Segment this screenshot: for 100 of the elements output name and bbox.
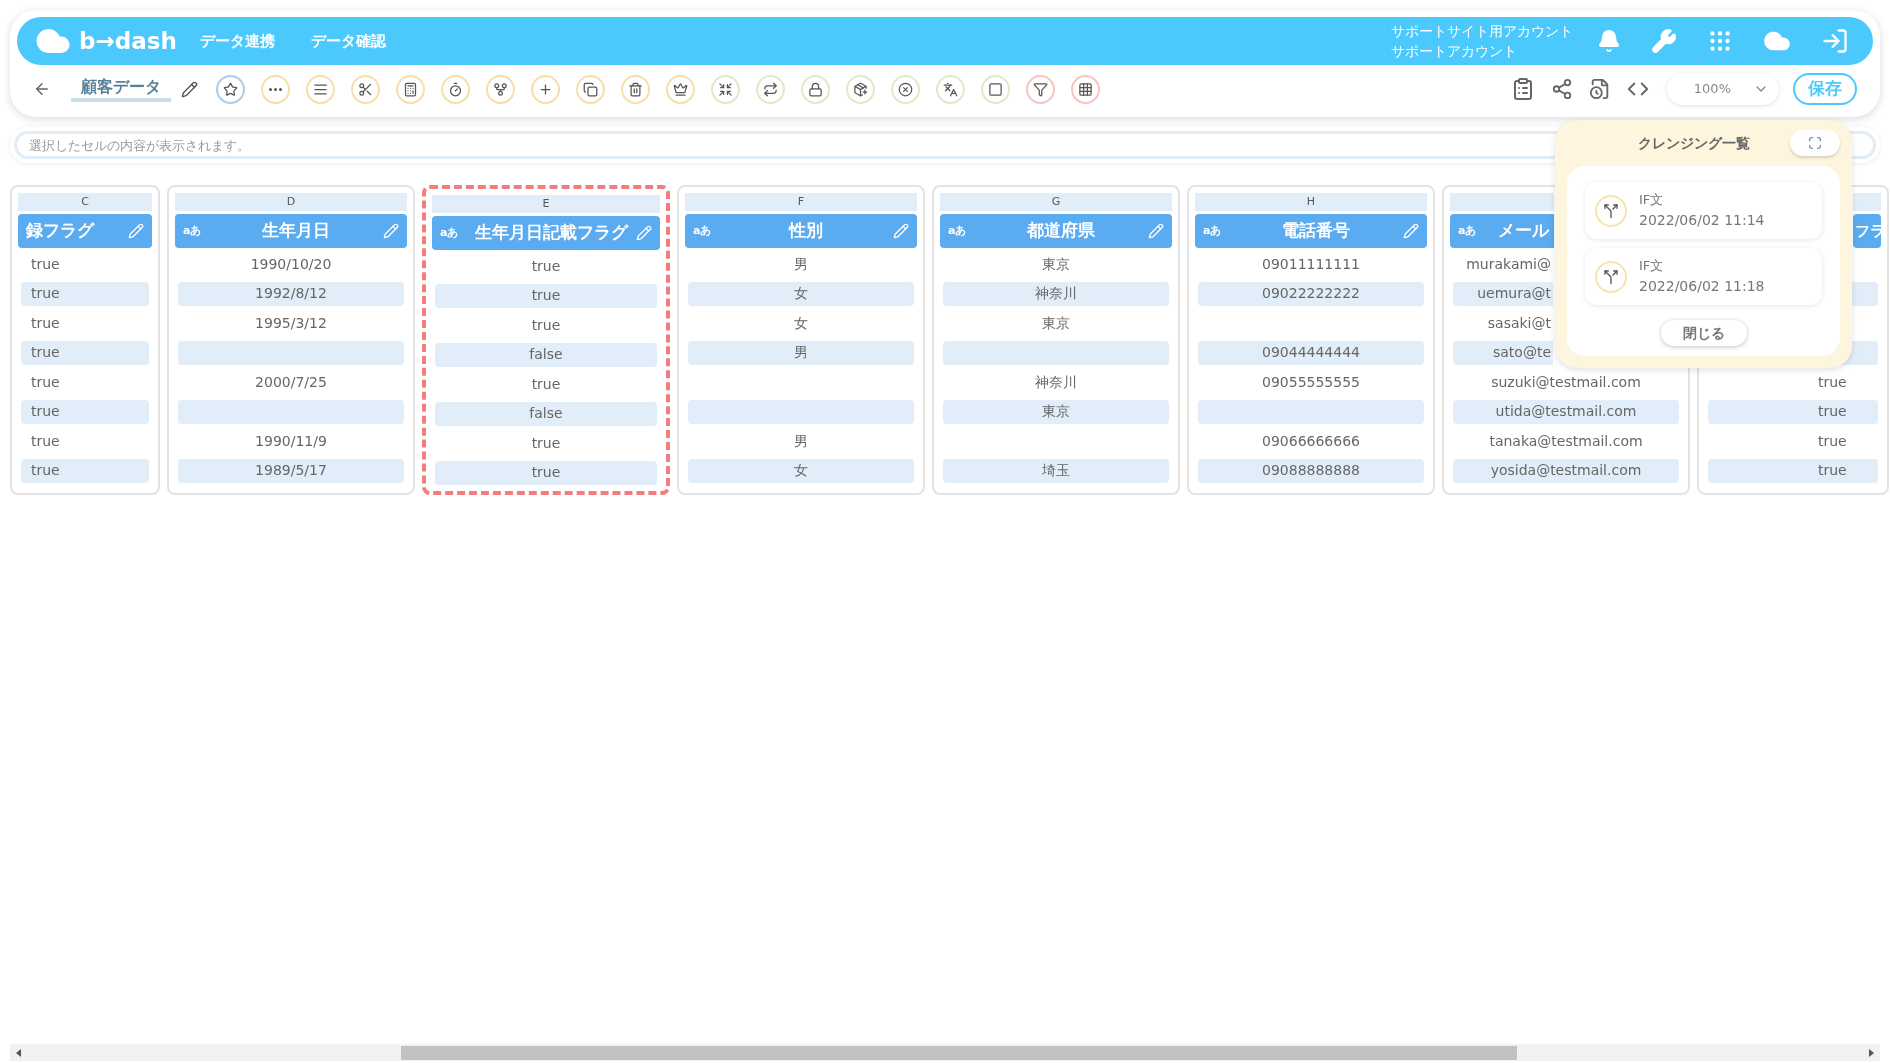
table-cell-text: 女 xyxy=(793,313,809,333)
scissors-button[interactable] xyxy=(351,74,380,104)
circle-x-icon xyxy=(898,81,913,97)
column-letter[interactable]: C xyxy=(18,193,152,211)
table-cell-text: suzuki@testmail.com xyxy=(1490,372,1642,392)
lines-button[interactable] xyxy=(306,74,335,104)
edit-icon[interactable] xyxy=(181,80,198,98)
expand-icon xyxy=(1808,136,1822,150)
type-label: aあ xyxy=(1458,222,1478,239)
table-cell: 東京 xyxy=(943,399,1169,424)
table-cell-text: 東京 xyxy=(1041,313,1071,333)
column-name: 生年月日記載フラグ xyxy=(473,221,630,245)
shrink-button[interactable] xyxy=(711,74,740,104)
dots-button[interactable] xyxy=(261,74,290,104)
copy-button[interactable] xyxy=(576,74,605,104)
item-name: IF文 xyxy=(1639,191,1665,210)
box-button[interactable] xyxy=(846,74,875,104)
lines-icon xyxy=(313,81,328,97)
type-label: aあ xyxy=(183,222,203,239)
column-letter[interactable]: F xyxy=(685,193,917,211)
filter-button[interactable] xyxy=(1026,74,1055,104)
table-cell-text: true xyxy=(30,254,61,274)
table-cell: utida@testmail.com xyxy=(1453,399,1679,424)
column-header[interactable]: aあ 電話番号 xyxy=(1195,214,1427,248)
scroll-thumb[interactable] xyxy=(401,1045,1517,1060)
column-name: メール xyxy=(1497,219,1549,243)
trash-icon xyxy=(628,81,643,97)
table-cell: 09088888888 xyxy=(1198,458,1424,483)
clipboard-icon[interactable] xyxy=(1511,77,1535,101)
save-button[interactable]: 保存 xyxy=(1793,73,1857,105)
column-header[interactable]: aあ 生年月日 xyxy=(175,214,407,248)
table-cell-text: 神奈川 xyxy=(1034,372,1078,392)
calculator-icon xyxy=(403,81,418,97)
table-cell: 女 xyxy=(688,281,914,306)
column-letter[interactable]: H xyxy=(1195,193,1427,211)
column-header[interactable]: aあ 性別 xyxy=(685,214,917,248)
cleansing-item[interactable]: IF文 2022/06/02 11:14 xyxy=(1585,182,1822,239)
logo[interactable]: b→dash xyxy=(79,23,177,59)
table-cell-text: true xyxy=(530,315,562,335)
crown-button[interactable] xyxy=(666,74,695,104)
square-button[interactable] xyxy=(981,74,1010,104)
table-cell: 埼玉 xyxy=(943,458,1169,483)
scrollbar[interactable] xyxy=(10,1044,1880,1061)
nav-link[interactable]: データ連携 xyxy=(200,29,275,53)
table-cell-text: 東京 xyxy=(1041,254,1071,274)
table-cell: true xyxy=(21,399,149,424)
timer-button[interactable] xyxy=(441,74,470,104)
column-header[interactable]: aあ メール xyxy=(1450,214,1554,248)
table-cell-text: murakami@ xyxy=(1465,254,1552,274)
translate-icon xyxy=(943,81,958,97)
column-letter[interactable]: D xyxy=(175,193,407,211)
table-cell-text: true xyxy=(30,313,61,333)
grid-button[interactable] xyxy=(1071,74,1100,104)
table-cell-text: tanaka@testmail.com xyxy=(1488,431,1644,451)
table-title[interactable]: 顧客データ xyxy=(71,76,171,102)
trash-button[interactable] xyxy=(621,74,650,104)
table-cell: true xyxy=(1708,399,1878,424)
column-header[interactable]: aあ 生年月日記載フラグ xyxy=(432,216,660,250)
account-name: サポートサイト用アカウント xyxy=(1391,22,1573,41)
share-icon[interactable] xyxy=(1551,78,1573,100)
cleansing-item[interactable]: IF文 2022/06/02 11:18 xyxy=(1585,248,1822,305)
table-cell: 1989/5/17 xyxy=(178,458,404,483)
plus-icon xyxy=(538,81,553,97)
translate-button[interactable] xyxy=(936,74,965,104)
column-name: 性別 xyxy=(787,219,824,243)
column-header[interactable]: aあ 都道府県 xyxy=(940,214,1172,248)
column-header[interactable]: 録フラグ xyxy=(18,214,152,248)
back-icon[interactable] xyxy=(33,80,51,98)
star-button[interactable] xyxy=(216,74,245,104)
repeat-icon xyxy=(763,81,778,97)
zoom-select[interactable]: 100% xyxy=(1667,73,1779,105)
table-cell-text: true xyxy=(30,372,61,392)
table-cell: 女 xyxy=(688,458,914,483)
lock-button[interactable] xyxy=(801,74,830,104)
table-cell: 神奈川 xyxy=(943,281,1169,306)
column-letter[interactable]: G xyxy=(940,193,1172,211)
close-button[interactable]: 閉じる xyxy=(1660,320,1747,346)
repeat-button[interactable] xyxy=(756,74,785,104)
crown-icon xyxy=(673,81,688,97)
table-cell: true xyxy=(1708,458,1878,483)
circle-x-button[interactable] xyxy=(891,74,920,104)
table-cell: true xyxy=(21,340,149,365)
table-cell: true xyxy=(21,281,149,306)
fork-button[interactable] xyxy=(486,74,515,104)
file-restore-icon[interactable] xyxy=(1589,78,1611,100)
column-letter[interactable]: E xyxy=(432,195,660,213)
table-cell-text: true xyxy=(30,431,61,451)
fork-icon xyxy=(493,81,508,97)
grid-icon xyxy=(1078,81,1093,97)
type-label: aあ xyxy=(693,222,713,239)
table-cell-text: true xyxy=(530,433,562,453)
calculator-button[interactable] xyxy=(396,74,425,104)
panel-title: クレンジング一覧 xyxy=(1636,133,1751,153)
table-cell-text: sasaki@t xyxy=(1486,313,1552,333)
timer-icon xyxy=(448,81,463,97)
table-cell-text: 男 xyxy=(793,431,809,451)
table-cell: true xyxy=(435,460,657,485)
nav-link[interactable]: データ確認 xyxy=(311,29,386,53)
scroll-right-icon[interactable] xyxy=(1869,1048,1874,1057)
scroll-left-icon[interactable] xyxy=(16,1048,21,1057)
